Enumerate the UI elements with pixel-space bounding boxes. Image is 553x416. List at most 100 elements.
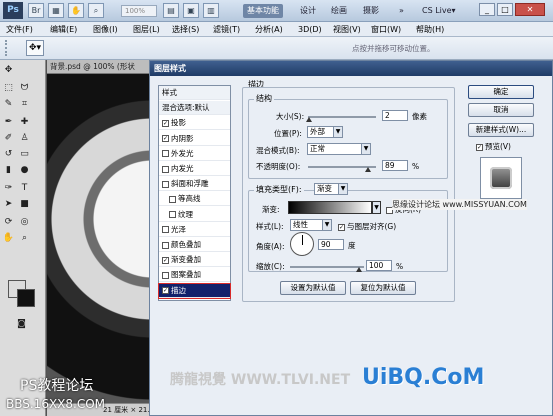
type-tool-icon[interactable]: T — [17, 182, 32, 195]
style-list-item[interactable]: ✓ 投影 — [159, 116, 230, 131]
background-color-swatch[interactable] — [17, 289, 35, 307]
brush-tool-icon[interactable]: ✐ — [1, 132, 16, 145]
gradient-picker[interactable] — [288, 201, 372, 214]
menu-file[interactable]: 文件(F) — [6, 24, 33, 35]
menu-image[interactable]: 图像(I) — [93, 24, 118, 35]
shape-tool-icon[interactable]: ■ — [17, 198, 32, 211]
cs-live-button[interactable]: CS Live▾ — [422, 4, 456, 18]
check-icon[interactable]: ✓ — [162, 135, 169, 143]
angle-dial[interactable] — [290, 232, 314, 256]
checkbox-icon[interactable] — [169, 211, 176, 219]
menu-3d[interactable]: 3D(D) — [298, 24, 322, 35]
ok-button[interactable]: 确定 — [468, 85, 534, 99]
position-select[interactable]: 外部 ▼ — [307, 126, 343, 138]
scale-slider-track[interactable] — [290, 266, 364, 268]
3d-camera-icon[interactable]: ◎ — [17, 216, 32, 229]
lasso-tool-icon[interactable]: ᗢ — [17, 82, 32, 95]
checkbox-icon[interactable] — [162, 150, 169, 158]
style-list-item[interactable]: 图案叠加 — [159, 268, 230, 283]
fill-type-select[interactable]: 渐变 ▼ — [314, 183, 348, 195]
quick-select-icon[interactable]: ✎ — [1, 98, 16, 111]
menu-window[interactable]: 窗口(W) — [371, 24, 401, 35]
workspace-design[interactable]: 设计 — [296, 4, 320, 18]
close-button[interactable]: ✕ — [515, 3, 545, 16]
checkbox-icon[interactable] — [169, 195, 176, 203]
maximize-button[interactable]: □ — [497, 3, 513, 16]
style-list-item[interactable]: 光泽 — [159, 223, 230, 237]
checkbox-icon[interactable] — [162, 165, 169, 173]
path-select-icon[interactable]: ➤ — [1, 198, 16, 211]
gradient-tool-icon[interactable]: ▮ — [1, 164, 16, 177]
workspace-painting[interactable]: 绘画 — [327, 4, 351, 18]
style-list-item[interactable]: 等高线 — [159, 192, 230, 207]
healing-brush-icon[interactable]: ✚ — [17, 116, 32, 129]
chevron-down-icon[interactable]: ▼ — [372, 201, 381, 214]
blend-mode-select[interactable]: 正常 ▼ — [307, 143, 371, 155]
preview-checkbox[interactable]: ✓ 预览(V) — [476, 141, 511, 152]
check-icon[interactable]: ✓ — [162, 119, 169, 127]
document-tab[interactable]: 背景.psd @ 100% (形状 — [47, 60, 150, 74]
align-with-layer-checkbox[interactable]: ✓ 与图层对齐(G) — [338, 221, 396, 232]
zoom-tool-icon[interactable]: ⌕ — [88, 3, 104, 18]
style-list-item[interactable]: ✓ 描边 — [158, 282, 231, 299]
history-brush-icon[interactable]: ↺ — [1, 148, 16, 161]
menu-select[interactable]: 选择(S) — [172, 24, 199, 35]
screen-mode-icon[interactable]: ▣ — [183, 3, 199, 18]
workspace-essentials[interactable]: 基本功能 — [243, 4, 283, 18]
checkbox-icon[interactable] — [162, 271, 169, 279]
clone-stamp-icon[interactable]: ♙ — [17, 132, 32, 145]
menu-help[interactable]: 帮助(H) — [416, 24, 444, 35]
size-slider-knob[interactable] — [306, 117, 312, 122]
checkbox-icon[interactable] — [162, 241, 169, 249]
3d-rotate-icon[interactable]: ⟳ — [1, 216, 16, 229]
scale-slider-knob[interactable] — [356, 267, 362, 272]
style-list-item[interactable]: 样式 — [159, 86, 230, 100]
size-slider-track[interactable] — [308, 116, 376, 118]
minibridge-icon[interactable]: ▦ — [48, 3, 64, 18]
opacity-slider-knob[interactable] — [365, 167, 371, 172]
workspace-more[interactable]: » — [395, 4, 408, 18]
hand-tool-icon[interactable]: ✋ — [68, 3, 84, 18]
dodge-tool-icon[interactable]: ● — [17, 164, 32, 177]
style-list-item[interactable]: 颜色叠加 — [159, 238, 230, 252]
pen-tool-icon[interactable]: ✑ — [1, 182, 16, 195]
cancel-button[interactable]: 取消 — [468, 103, 534, 117]
check-icon[interactable]: ✓ — [162, 256, 169, 264]
style-list-item[interactable]: 混合选项:默认 — [159, 101, 230, 116]
zoom-icon[interactable]: ⌕ — [17, 232, 32, 245]
style-list-item[interactable]: 外发光 — [159, 147, 230, 161]
new-style-button[interactable]: 新建样式(W)... — [468, 123, 534, 137]
menu-edit[interactable]: 编辑(E) — [50, 24, 77, 35]
checkbox-icon[interactable] — [162, 180, 169, 188]
set-default-button[interactable]: 设置为默认值 — [280, 281, 346, 295]
arrange-documents-icon[interactable]: ▤ — [163, 3, 179, 18]
angle-field[interactable]: 90 — [318, 239, 344, 250]
eyedropper-icon[interactable]: ✒ — [1, 116, 16, 129]
document-canvas[interactable] — [47, 74, 150, 404]
crop-tool-icon[interactable]: ⌗ — [17, 98, 32, 111]
move-tool-icon[interactable]: ✥ — [1, 64, 16, 77]
style-list-item[interactable]: ✓ 内阴影 — [159, 132, 230, 146]
move-tool-preset-icon[interactable]: ✥▾ — [26, 40, 44, 56]
style-select[interactable]: 线性 ▼ — [290, 219, 332, 231]
menu-filter[interactable]: 滤镜(T) — [213, 24, 240, 35]
style-list-item[interactable]: 纹理 — [159, 208, 230, 222]
style-list-item[interactable]: ✓ 渐变叠加 — [159, 253, 230, 268]
quick-mask-icon[interactable]: ◙ — [14, 318, 29, 331]
reset-default-button[interactable]: 复位为默认值 — [350, 281, 416, 295]
bridge-icon[interactable]: Br — [28, 3, 44, 18]
eraser-icon[interactable]: ▭ — [17, 148, 32, 161]
size-field[interactable]: 2 — [382, 110, 408, 121]
checkbox-icon[interactable] — [162, 226, 169, 234]
workspace-photography[interactable]: 摄影 — [359, 4, 383, 18]
minimize-button[interactable]: _ — [479, 3, 495, 16]
menu-layer[interactable]: 图层(L) — [133, 24, 160, 35]
style-list-item[interactable]: 斜面和浮雕 — [159, 177, 230, 192]
opacity-field[interactable]: 89 — [382, 160, 408, 171]
zoom-level-field[interactable]: 100% — [121, 5, 157, 17]
hand-icon[interactable]: ✋ — [1, 232, 16, 245]
menu-analysis[interactable]: 分析(A) — [255, 24, 283, 35]
scale-field[interactable]: 100 — [366, 260, 392, 271]
extras-icon[interactable]: ▥ — [203, 3, 219, 18]
marquee-tool-icon[interactable]: ⬚ — [1, 82, 16, 95]
